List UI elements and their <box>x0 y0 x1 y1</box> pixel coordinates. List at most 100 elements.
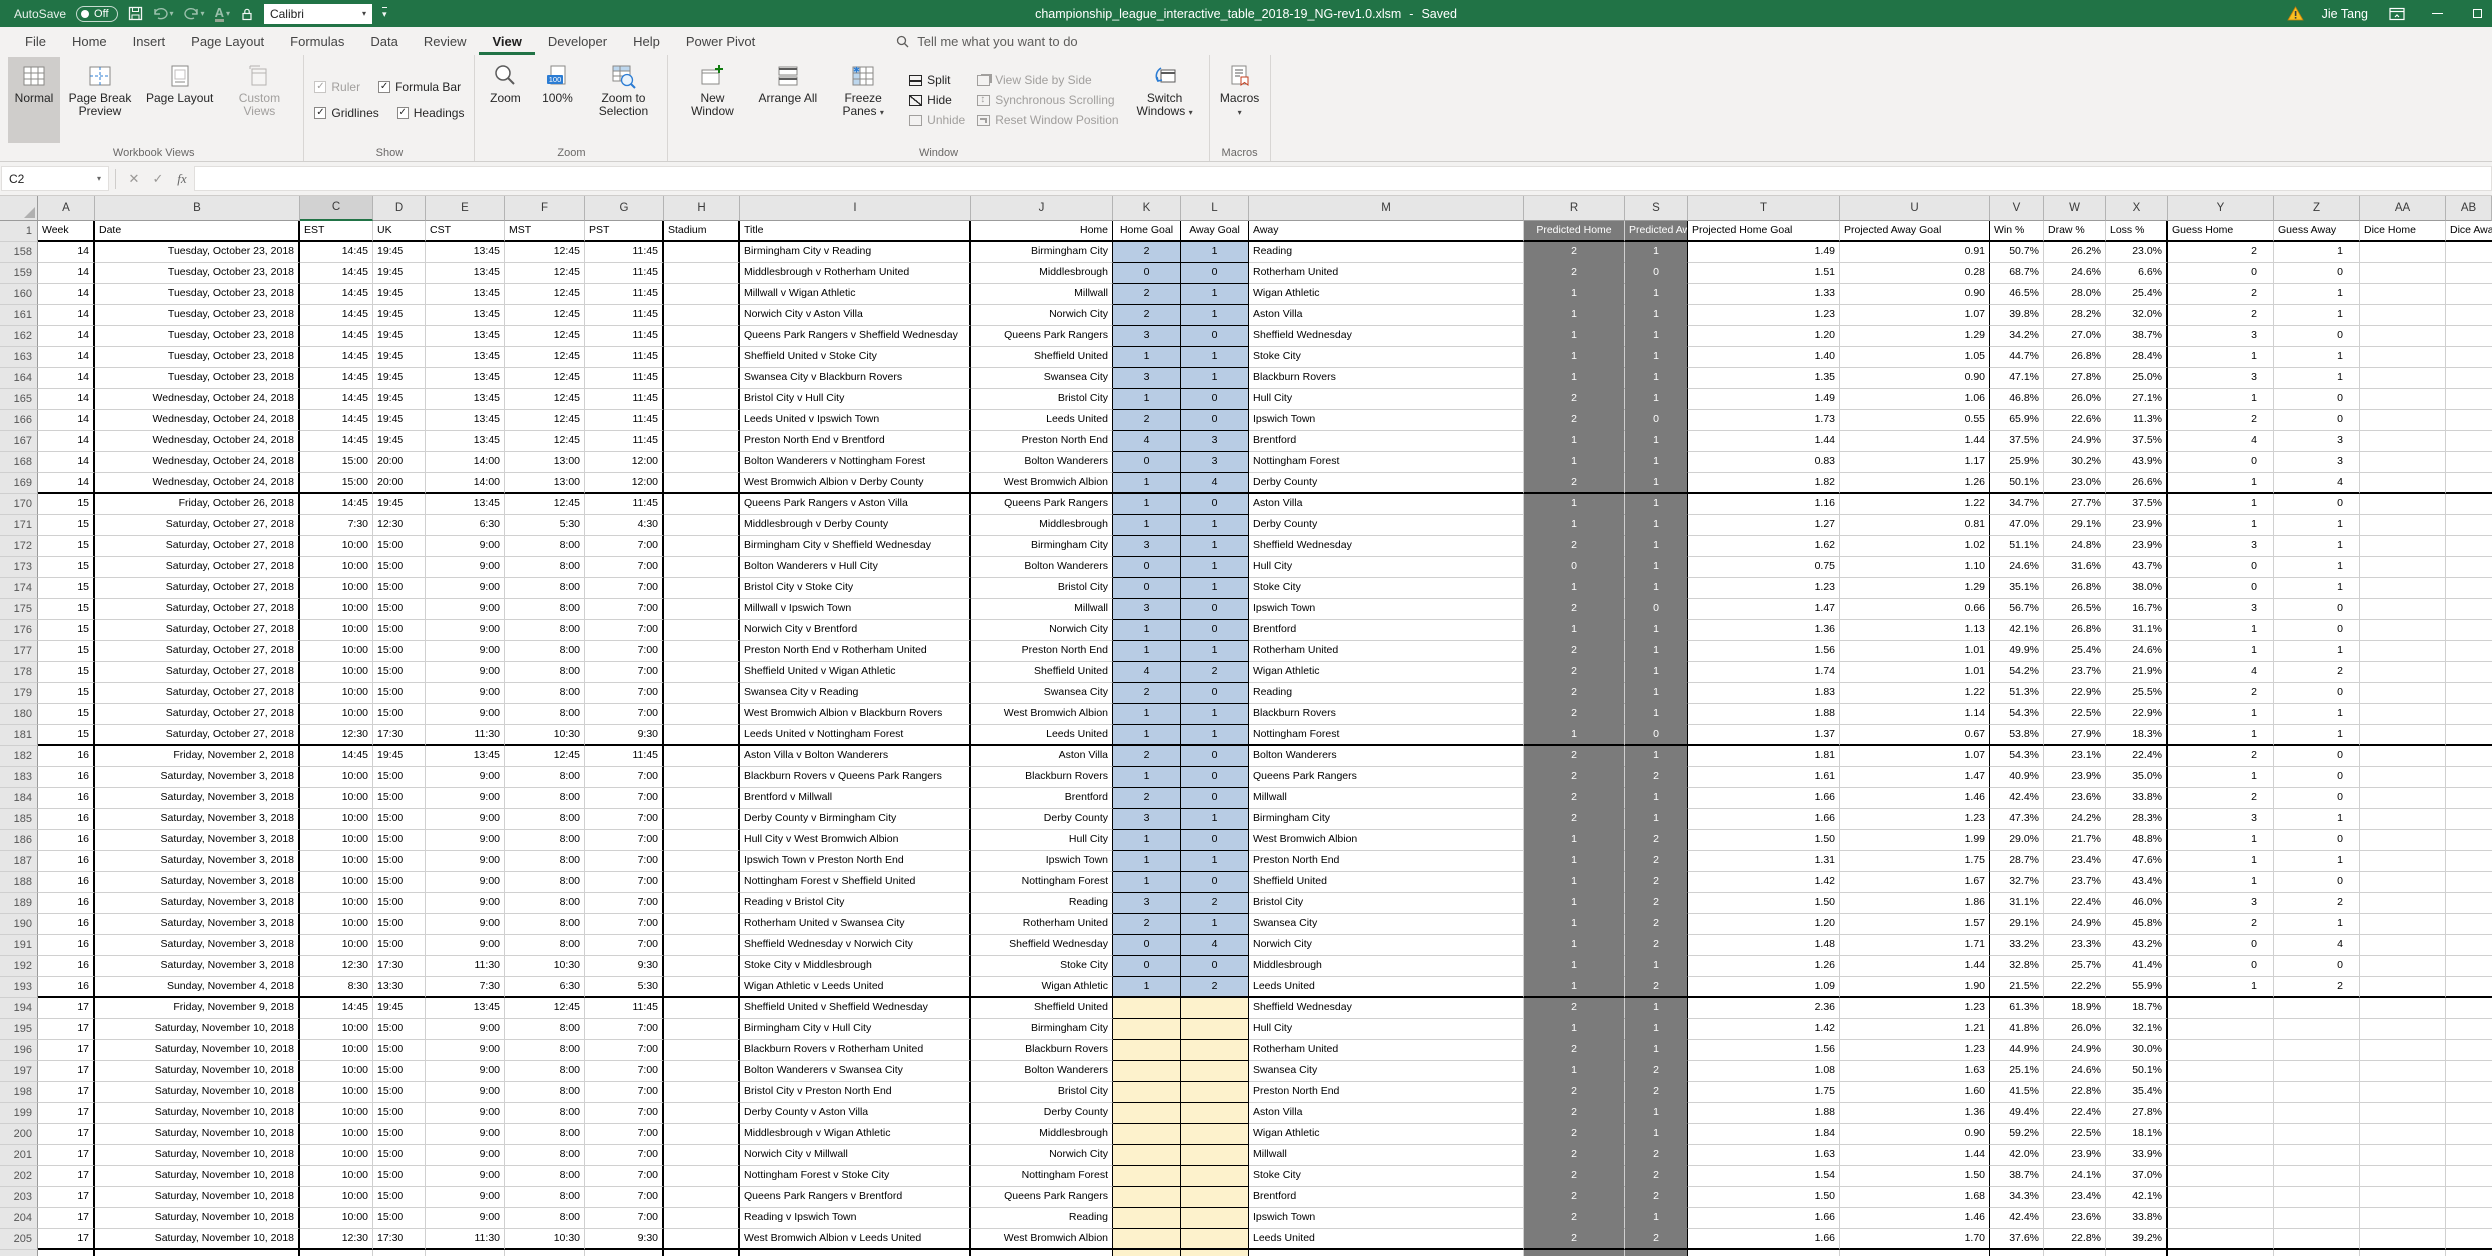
cell-W176[interactable]: 26.8% <box>2044 620 2106 641</box>
cell-AA164[interactable] <box>2360 368 2446 389</box>
cell-M164[interactable]: Blackburn Rovers <box>1249 368 1524 389</box>
cell-R193[interactable]: 1 <box>1524 977 1625 998</box>
cell-B200[interactable]: Saturday, November 10, 2018 <box>95 1124 300 1145</box>
cell-R195[interactable]: 1 <box>1524 1019 1625 1040</box>
cell-Y190[interactable]: 2 <box>2168 914 2274 935</box>
minimize-button[interactable] <box>2426 3 2448 25</box>
tab-file[interactable]: File <box>12 27 59 55</box>
cell-AB187[interactable] <box>2446 851 2492 872</box>
cell-R[interactable] <box>1524 1250 1625 1256</box>
cell-R172[interactable]: 2 <box>1524 536 1625 557</box>
cell-H168[interactable] <box>664 452 740 473</box>
cell-A167[interactable]: 14 <box>38 431 95 452</box>
cell-B[interactable] <box>95 1250 300 1256</box>
cell-E174[interactable]: 9:00 <box>426 578 505 599</box>
cell-F195[interactable]: 8:00 <box>505 1019 585 1040</box>
cell-Z197[interactable] <box>2274 1061 2360 1082</box>
cell-F179[interactable]: 8:00 <box>505 683 585 704</box>
cell-G192[interactable]: 9:30 <box>585 956 664 977</box>
column-header-T[interactable]: T <box>1688 196 1840 221</box>
cell-S202[interactable]: 2 <box>1625 1166 1688 1187</box>
cell-D188[interactable]: 15:00 <box>373 872 426 893</box>
cell-G188[interactable]: 7:00 <box>585 872 664 893</box>
cell-R162[interactable]: 1 <box>1524 326 1625 347</box>
cell-M175[interactable]: Ipswich Town <box>1249 599 1524 620</box>
cell-X192[interactable]: 41.4% <box>2106 956 2168 977</box>
cell-R183[interactable]: 2 <box>1524 767 1625 788</box>
cell-D169[interactable]: 20:00 <box>373 473 426 494</box>
cell-AB160[interactable] <box>2446 284 2492 305</box>
cell-K203[interactable] <box>1113 1187 1181 1208</box>
cell-F183[interactable]: 8:00 <box>505 767 585 788</box>
cell-V195[interactable]: 41.8% <box>1990 1019 2044 1040</box>
cell-U164[interactable]: 0.90 <box>1840 368 1990 389</box>
cell-W185[interactable]: 24.2% <box>2044 809 2106 830</box>
cell-I191[interactable]: Sheffield Wednesday v Norwich City <box>740 935 971 956</box>
cell-C159[interactable]: 14:45 <box>300 263 373 284</box>
cell-R186[interactable]: 1 <box>1524 830 1625 851</box>
cell-S162[interactable]: 1 <box>1625 326 1688 347</box>
cell-C170[interactable]: 14:45 <box>300 494 373 515</box>
cell-AB182[interactable] <box>2446 746 2492 767</box>
cell-Y201[interactable] <box>2168 1145 2274 1166</box>
cell-E177[interactable]: 9:00 <box>426 641 505 662</box>
cell-E172[interactable]: 9:00 <box>426 536 505 557</box>
cell-I180[interactable]: West Bromwich Albion v Blackburn Rovers <box>740 704 971 725</box>
cell-Y187[interactable]: 1 <box>2168 851 2274 872</box>
row-header-188[interactable]: 188 <box>0 872 38 893</box>
cell-G180[interactable]: 7:00 <box>585 704 664 725</box>
cell-C186[interactable]: 10:00 <box>300 830 373 851</box>
cell-U180[interactable]: 1.14 <box>1840 704 1990 725</box>
cell-D201[interactable]: 15:00 <box>373 1145 426 1166</box>
cell-T173[interactable]: 0.75 <box>1688 557 1840 578</box>
cell-L173[interactable]: 1 <box>1181 557 1249 578</box>
cell-M200[interactable]: Wigan Athletic <box>1249 1124 1524 1145</box>
cell-X179[interactable]: 25.5% <box>2106 683 2168 704</box>
cell-B183[interactable]: Saturday, November 3, 2018 <box>95 767 300 788</box>
cell-R199[interactable]: 2 <box>1524 1103 1625 1124</box>
cell-F175[interactable]: 8:00 <box>505 599 585 620</box>
cell-L198[interactable] <box>1181 1082 1249 1103</box>
cell-AA172[interactable] <box>2360 536 2446 557</box>
cell-C198[interactable]: 10:00 <box>300 1082 373 1103</box>
row-header-186[interactable]: 186 <box>0 830 38 851</box>
cell-I[interactable] <box>740 1250 971 1256</box>
cell-V164[interactable]: 47.1% <box>1990 368 2044 389</box>
lock-button[interactable] <box>240 7 254 21</box>
cell-C190[interactable]: 10:00 <box>300 914 373 935</box>
cell-Z173[interactable]: 1 <box>2274 557 2360 578</box>
cell-AA165[interactable] <box>2360 389 2446 410</box>
cell-AB195[interactable] <box>2446 1019 2492 1040</box>
cell-M181[interactable]: Nottingham Forest <box>1249 725 1524 746</box>
cell-AA162[interactable] <box>2360 326 2446 347</box>
checkbox-headings[interactable]: ✓ Headings <box>396 106 464 120</box>
cell-L172[interactable]: 1 <box>1181 536 1249 557</box>
cell-C164[interactable]: 14:45 <box>300 368 373 389</box>
cell-H199[interactable] <box>664 1103 740 1124</box>
cell-AA196[interactable] <box>2360 1040 2446 1061</box>
cell-E204[interactable]: 9:00 <box>426 1208 505 1229</box>
cell-Y179[interactable]: 2 <box>2168 683 2274 704</box>
cell-L158[interactable]: 1 <box>1181 242 1249 263</box>
cell-B193[interactable]: Sunday, November 4, 2018 <box>95 977 300 998</box>
cell-B165[interactable]: Wednesday, October 24, 2018 <box>95 389 300 410</box>
cell-X167[interactable]: 37.5% <box>2106 431 2168 452</box>
cell-E175[interactable]: 9:00 <box>426 599 505 620</box>
cell-S167[interactable]: 1 <box>1625 431 1688 452</box>
cell-X205[interactable]: 39.2% <box>2106 1229 2168 1250</box>
cell-K189[interactable]: 3 <box>1113 893 1181 914</box>
cell-T194[interactable]: 2.36 <box>1688 998 1840 1019</box>
cell-S199[interactable]: 1 <box>1625 1103 1688 1124</box>
cell-AA175[interactable] <box>2360 599 2446 620</box>
cell-G178[interactable]: 7:00 <box>585 662 664 683</box>
cell-H186[interactable] <box>664 830 740 851</box>
cell-W189[interactable]: 22.4% <box>2044 893 2106 914</box>
cell-B202[interactable]: Saturday, November 10, 2018 <box>95 1166 300 1187</box>
cell-AB190[interactable] <box>2446 914 2492 935</box>
cell-L190[interactable]: 1 <box>1181 914 1249 935</box>
cell-T196[interactable]: 1.56 <box>1688 1040 1840 1061</box>
cell-T198[interactable]: 1.75 <box>1688 1082 1840 1103</box>
cell-AB194[interactable] <box>2446 998 2492 1019</box>
cell-W188[interactable]: 23.7% <box>2044 872 2106 893</box>
column-header-A[interactable]: A <box>38 196 95 221</box>
